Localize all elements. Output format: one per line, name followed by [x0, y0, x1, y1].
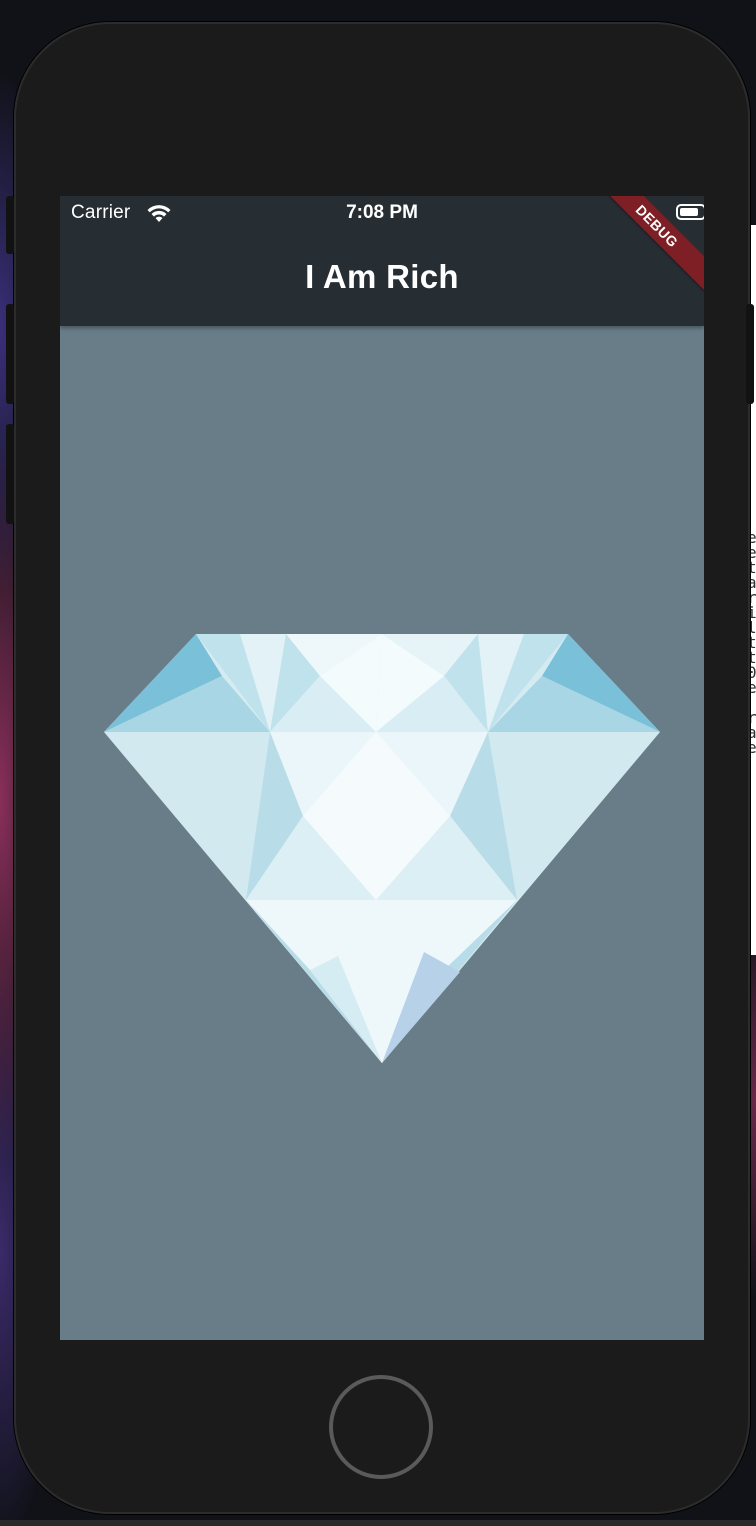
volume-up-button[interactable] [6, 304, 14, 404]
home-button[interactable] [329, 1375, 433, 1479]
diamond-pavilion [104, 732, 660, 1063]
volume-down-button[interactable] [6, 424, 14, 524]
diamond-crown [104, 634, 660, 732]
power-button[interactable] [746, 304, 754, 404]
phone-screen: Carrier 7:08 PM I Am Rich DEBUG [60, 196, 704, 1340]
diamond-image [104, 634, 660, 1063]
desktop-bottom-bar [0, 1520, 756, 1526]
silent-switch [6, 196, 14, 254]
